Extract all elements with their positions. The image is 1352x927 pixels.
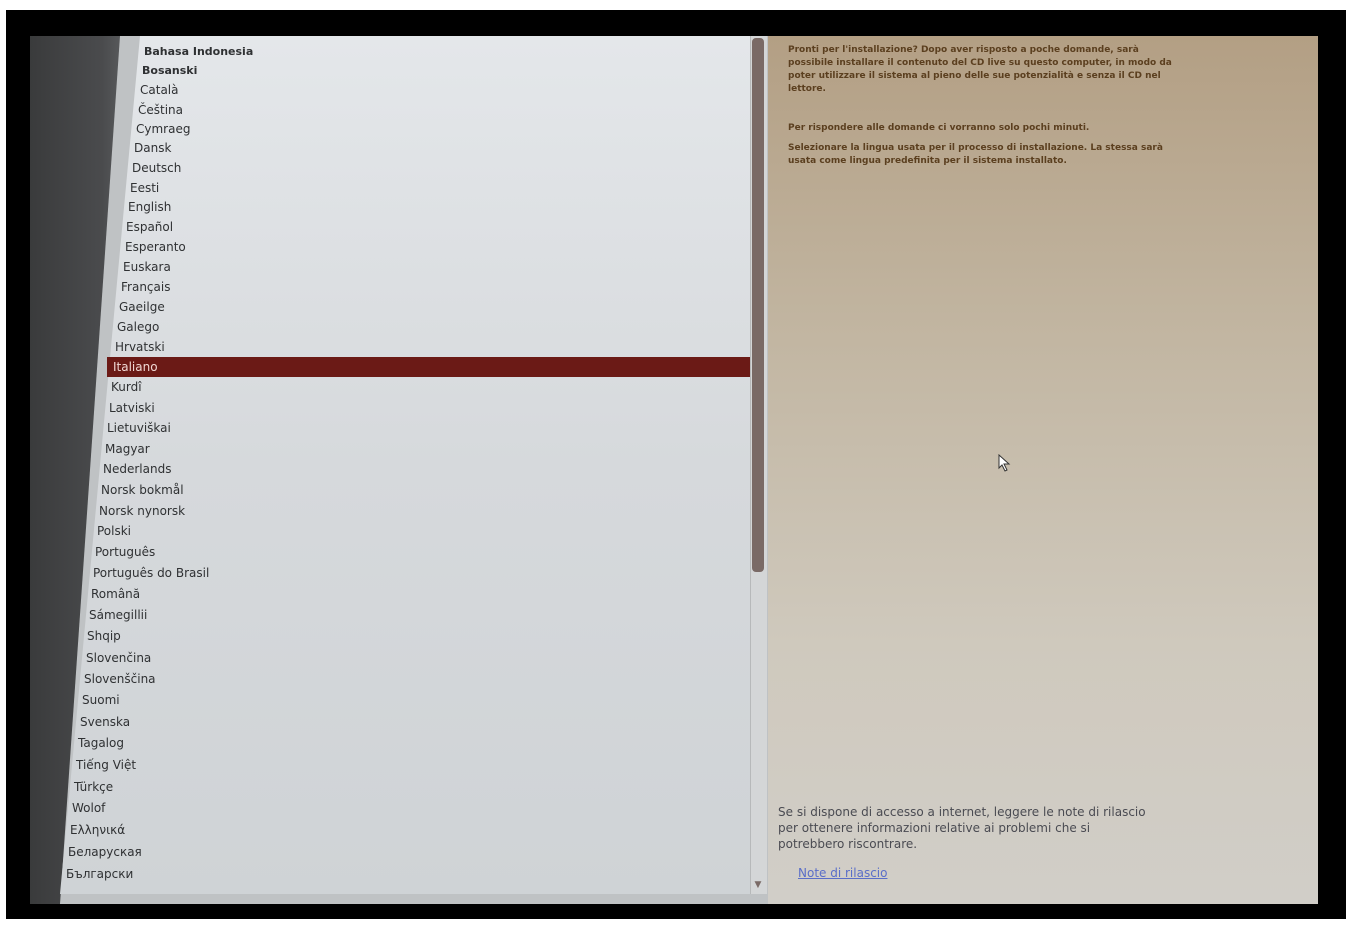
language-item[interactable]: Français (121, 277, 170, 297)
scrollbar-thumb[interactable] (752, 38, 764, 572)
language-item[interactable]: Norsk bokmål (101, 480, 184, 500)
language-item[interactable]: Eesti (130, 178, 159, 198)
language-item[interactable]: Kurdî (111, 377, 142, 397)
language-item[interactable]: Galego (117, 317, 159, 337)
language-item[interactable]: Esperanto (125, 237, 186, 257)
photo-border-top (0, 0, 1352, 10)
language-item[interactable]: Latviski (109, 398, 155, 418)
language-item[interactable]: Türkçe (74, 777, 113, 797)
language-item[interactable]: Slovenčina (86, 648, 151, 668)
language-item[interactable]: Cymraeg (136, 119, 190, 139)
language-item[interactable]: Ελληνικά (70, 820, 125, 840)
photo-frame: Bahasa Indonesia Bosanski Català Čeština Cym… (0, 0, 1352, 927)
language-item[interactable]: Bahasa Indonesia (144, 42, 253, 62)
language-item[interactable]: Български (66, 864, 133, 884)
language-item[interactable]: Bosanski (142, 61, 197, 81)
duration-text: Per rispondere alle domande ci vorranno … (788, 123, 1090, 133)
language-item[interactable]: Euskara (123, 257, 171, 277)
scroll-down-arrow-icon[interactable]: ▼ (751, 878, 765, 892)
language-item[interactable]: Magyar (105, 439, 150, 459)
language-item[interactable]: English (128, 197, 171, 217)
language-item[interactable]: Português (95, 542, 155, 562)
language-item[interactable]: Deutsch (132, 158, 181, 178)
language-item[interactable]: Svenska (80, 712, 130, 732)
language-item[interactable]: Čeština (138, 100, 183, 120)
photo-border-bottom (0, 919, 1352, 927)
info-pane: Pronti per l'installazione? Dopo aver ri… (768, 36, 1318, 904)
language-item[interactable]: Nederlands (103, 459, 171, 479)
language-item[interactable]: Català (140, 80, 178, 100)
language-item[interactable]: Slovenščina (84, 669, 156, 689)
language-list[interactable]: Bahasa Indonesia Bosanski Català Čeština Cym… (30, 36, 750, 894)
language-item[interactable]: Shqip (87, 626, 121, 646)
mouse-pointer-icon (998, 454, 1011, 472)
language-item[interactable]: Sámegillii (89, 605, 147, 625)
release-notes-link[interactable]: Note di rilascio (798, 866, 887, 880)
language-item[interactable]: Tagalog (78, 733, 124, 753)
installer-screen: Bahasa Indonesia Bosanski Català Čeština Cym… (30, 36, 1318, 904)
language-item[interactable]: Tiếng Việt (76, 755, 136, 775)
language-item[interactable]: Wolof (72, 798, 105, 818)
language-item[interactable]: Suomi (82, 690, 120, 710)
language-item[interactable]: Português do Brasil (93, 563, 209, 583)
language-item[interactable]: Hrvatski (115, 337, 165, 357)
language-item[interactable]: Norsk nynorsk (99, 501, 185, 521)
language-item-selected[interactable]: Italiano (107, 357, 750, 377)
intro-text: Pronti per l'installazione? Dopo aver ri… (788, 45, 1172, 94)
language-item[interactable]: Polski (97, 521, 131, 541)
language-item[interactable]: Español (126, 217, 173, 237)
language-item[interactable]: Română (91, 584, 140, 604)
language-item[interactable]: Lietuviškai (107, 418, 171, 438)
language-item[interactable]: Беларуская (68, 842, 142, 862)
language-item[interactable]: Dansk (134, 138, 171, 158)
release-notes-text: Se si dispone di accesso a internet, leg… (778, 805, 1146, 851)
language-item[interactable]: Gaeilge (119, 297, 165, 317)
select-language-text: Selezionare la lingua usata per il proce… (788, 143, 1163, 166)
photo-border-right (1346, 0, 1352, 927)
photo-border-left (0, 0, 6, 927)
